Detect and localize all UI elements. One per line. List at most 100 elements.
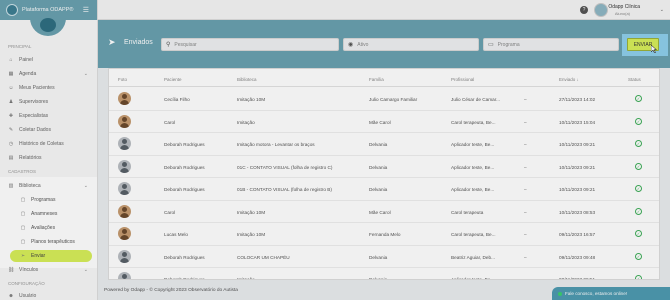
table-row[interactable]: Cecília Filho Imitação 10M Julio Camargo F… <box>109 88 659 111</box>
sidebar-item-painel[interactable]: ⌂ Painel <box>0 54 97 66</box>
column-header-photo: Foto <box>118 77 128 82</box>
table-row[interactable]: Carol Imitação 10M Mãe Carol Carol terapeut… <box>109 201 659 223</box>
sidebar: Plataforma ODAPP® ☰ PRINCIPAL ⌂ Painel ▦ A… <box>0 0 98 300</box>
cell-professional: Carol terapeuta, Be... <box>451 232 496 237</box>
cell-patient: Deborah Rodrigues <box>164 142 205 147</box>
column-header-sent[interactable]: Enviado ↓ <box>559 77 579 82</box>
chat-text: Fale conosco, estamos online! <box>565 291 628 296</box>
table-row[interactable]: Deborah Rodrigues 01B - CONTATO VISUAL (f… <box>109 178 659 201</box>
document-icon: ▢ <box>20 239 26 245</box>
brand-logo <box>6 4 18 16</box>
cell-family: Delvania <box>369 187 388 192</box>
section-principal: PRINCIPAL <box>8 44 32 49</box>
type-select[interactable]: ▭ Programa <box>483 38 619 51</box>
cell-dash: – <box>524 277 527 280</box>
avatar[interactable] <box>594 3 608 17</box>
table-row[interactable]: Deborah Rodrigues COLOCAR UM CHAPÉU Delvan… <box>109 246 659 268</box>
cell-professional: Aplicador teste, Be... <box>451 277 495 280</box>
column-header-patient[interactable]: Paciente <box>164 77 182 82</box>
cell-dash: – <box>524 142 527 147</box>
sidebar-subitem-planos[interactable]: ▢ Planos terapêuticos <box>0 236 97 248</box>
sidebar-subitem-enviar[interactable]: ➢ Enviar <box>10 250 92 262</box>
column-header-status: Status <box>628 77 641 82</box>
report-icon: ▤ <box>8 155 14 161</box>
hamburger-icon[interactable]: ☰ <box>83 6 89 14</box>
document-icon: ▢ <box>20 211 26 217</box>
column-header-professional[interactable]: Profissional <box>451 77 474 82</box>
cell-sent: 27/11/2023 14:02 <box>559 97 596 102</box>
cell-dash: – <box>524 232 527 237</box>
status-check-icon: ✓ <box>635 252 642 260</box>
sidebar-item-agenda[interactable]: ▦ Agenda ⌄ <box>0 68 97 80</box>
column-header-library[interactable]: Biblioteca <box>237 77 257 82</box>
cell-library: Imitação <box>237 119 255 125</box>
status-select[interactable]: ◉ Ativo <box>343 38 479 51</box>
cell-library: 01B - CONTATO VISUAL (folha de registro … <box>237 187 332 192</box>
cell-library: COLOCAR UM CHAPÉU <box>237 254 290 260</box>
mouse-cursor-icon <box>651 45 657 53</box>
search-input[interactable]: ⚲ Pesquisar <box>161 38 339 51</box>
document-icon: ▢ <box>20 225 26 231</box>
cell-professional: Carol terapeuta <box>451 209 484 215</box>
brand-name: Plataforma ODAPP® <box>22 7 74 13</box>
table-row[interactable]: Deborah Rodrigues Imitação Delvania Aplicad… <box>109 268 659 280</box>
help-icon[interactable]: ? <box>580 6 588 14</box>
online-indicator <box>558 291 562 296</box>
cell-family: Delvania <box>369 164 388 170</box>
sidebar-item-vinculos[interactable]: ⛓ Vínculos ⌄ <box>0 264 97 276</box>
sidebar-item-biblioteca[interactable]: ▥ Biblioteca ⌄ <box>0 180 97 192</box>
cell-professional: Julio César de Camar... <box>451 97 500 102</box>
sidebar-item-meus-pacientes[interactable]: ☺ Meus Pacientes <box>0 82 97 94</box>
sidebar-item-especialistas[interactable]: ✚ Especialistas <box>0 110 97 122</box>
sidebar-subitem-programas[interactable]: ▢ Programas <box>0 194 97 206</box>
patient-photo <box>118 92 131 105</box>
table-row[interactable]: Lucas Melo Imitação 10M Fernanda Melo Carol… <box>109 223 659 246</box>
chevron-down-icon: ⌄ <box>83 267 88 273</box>
calendar-icon: ▦ <box>8 71 14 77</box>
cell-dash: – <box>524 164 527 170</box>
cell-dash: – <box>524 97 527 102</box>
cell-dash: – <box>524 209 527 215</box>
cell-patient: Carol <box>164 209 176 215</box>
sidebar-item-historico[interactable]: ◷ Histórico de Coletas <box>0 138 97 150</box>
library-icon: ▥ <box>8 183 14 189</box>
cell-library: Imitação motora - Levantar os braços <box>237 142 315 147</box>
topbar: ? Odapp Clínica Aluno(a) ⌄ <box>98 0 670 20</box>
chevron-down-icon[interactable]: ⌄ <box>660 7 664 13</box>
column-header-family[interactable]: Família <box>369 77 384 82</box>
patient-photo <box>118 272 131 279</box>
cell-sent: 10/11/2023 15:04 <box>559 119 596 125</box>
sidebar-subitem-avaliacoes[interactable]: ▢ Avaliações <box>0 222 97 234</box>
cell-patient: Deborah Rodrigues <box>164 254 205 260</box>
cell-sent: 09/11/2023 09:48 <box>559 254 596 260</box>
supervisor-icon: ♟ <box>8 99 14 105</box>
cell-professional: Carol terapeuta, Be... <box>451 119 496 125</box>
cell-family: Delvania <box>369 254 388 260</box>
cell-professional: Aplicador teste, Be... <box>451 142 495 147</box>
sidebar-item-relatorios[interactable]: ▤ Relatórios <box>0 152 97 164</box>
sidebar-item-usuario[interactable]: ☻ Usuário <box>0 290 97 300</box>
page-header: ➤ Enviados ⚲ Pesquisar ◉ Ativo ▭ Program… <box>98 20 670 68</box>
cell-family: Fernanda Melo <box>369 232 401 237</box>
status-check-icon: ✓ <box>635 95 642 102</box>
table-row[interactable]: Deborah Rodrigues 01C - CONTATO VISUAL (f… <box>109 156 659 178</box>
table-row[interactable]: Carol Imitação Mãe Carol Carol terapeuta, B… <box>109 111 659 133</box>
send-icon: ➢ <box>20 253 26 259</box>
patient-photo <box>118 114 131 128</box>
sidebar-item-supervisores[interactable]: ♟ Supervisores <box>0 96 97 108</box>
sidebar-subitem-anamneses[interactable]: ▢ Anamneses <box>0 208 97 220</box>
cell-family: Mãe Carol <box>369 209 391 215</box>
sidebar-item-coletar-dados[interactable]: ✎ Coletar Dados <box>0 124 97 136</box>
patients-icon: ☺ <box>8 85 14 91</box>
cell-library: Imitação 10M <box>237 209 266 215</box>
table-row[interactable]: Deborah Rodrigues Imitação motora - Levan… <box>109 133 659 156</box>
user-name[interactable]: Odapp Clínica <box>608 4 640 10</box>
cell-library: 01C - CONTATO VISUAL (folha de registro … <box>237 164 333 170</box>
search-placeholder: Pesquisar <box>174 41 197 48</box>
status-check-icon: ✓ <box>635 162 642 170</box>
search-icon: ⚲ <box>166 42 171 48</box>
section-cadastros: CADASTROS <box>8 169 37 174</box>
chat-widget[interactable]: Fale conosco, estamos online! <box>552 287 670 300</box>
chevron-down-icon: ⌄ <box>83 71 88 77</box>
patient-photo <box>118 227 131 240</box>
